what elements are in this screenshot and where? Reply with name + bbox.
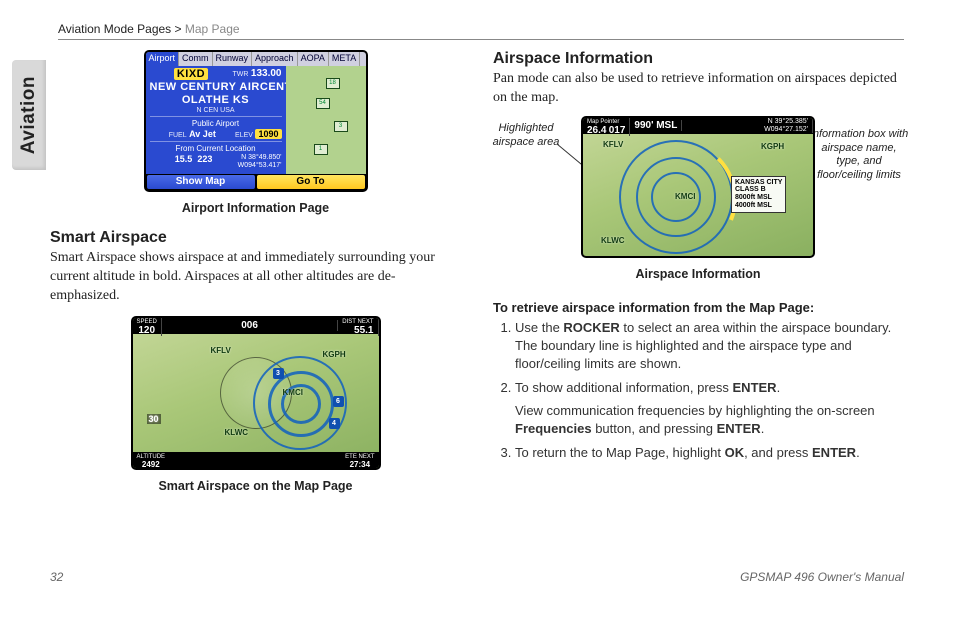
pointer-dist: 26.4 (587, 125, 606, 136)
pointer-lon: W094°27.152' (764, 126, 808, 133)
speed-value: 120 (138, 325, 155, 336)
map-point: KMCI (283, 388, 303, 397)
tab-comm: Comm (179, 52, 213, 66)
lon-value: W094°53.417' (238, 162, 282, 169)
map-waypoint: 3 (334, 121, 348, 132)
airport-name-2: OLATHE KS (150, 94, 282, 106)
breadcrumb: Aviation Mode Pages > Map Page (58, 22, 904, 40)
figure-caption: Airport Information Page (50, 201, 461, 215)
key-rocker: ROCKER (563, 320, 619, 335)
key-enter: ENTER (717, 421, 761, 436)
instructions-list: Use the ROCKER to select an area within … (493, 319, 904, 462)
twr-value: 133.00 (251, 68, 282, 79)
step-2: To show additional information, press EN… (515, 379, 904, 438)
pointer-brg: 017 (609, 125, 626, 136)
highway-icon: 4 (329, 418, 340, 429)
instructions-heading: To retrieve airspace information from th… (493, 300, 904, 315)
highway-icon: 3 (273, 368, 284, 379)
map-scale: 30 (147, 414, 161, 424)
frequencies-button-ref: Frequencies (515, 421, 592, 436)
smart-airspace-heading: Smart Airspace (50, 229, 461, 247)
step-1: Use the ROCKER to select an area within … (515, 319, 904, 374)
map-point: KFLV (603, 140, 623, 149)
pointer-elev: 990' MSL (634, 120, 677, 131)
step-text: Use the (515, 320, 563, 335)
map-waypoint: 18 (326, 78, 340, 89)
goto-button: Go To (257, 175, 365, 189)
figure-caption: Smart Airspace on the Map Page (50, 479, 461, 493)
show-map-button: Show Map (147, 175, 255, 189)
step-text: . (777, 380, 781, 395)
breadcrumb-section: Aviation Mode Pages (58, 22, 171, 36)
step-text: To show additional information, press (515, 380, 733, 395)
callout-info-box: Information box with airspace name, type… (808, 128, 910, 183)
from-label: From Current Location (150, 144, 282, 153)
airspace-floor: 4000ft MSL (735, 202, 782, 210)
smart-airspace-body: Smart Airspace shows airspace at and imm… (50, 249, 461, 306)
airport-name-1: NEW CENTURY AIRCENTER (150, 81, 282, 93)
dist-next-value: 55.1 (354, 325, 373, 336)
step-text: button, and pressing (592, 421, 717, 436)
manual-title: GPSMAP 496 Owner's Manual (740, 570, 904, 584)
callout-highlighted-area: Highlighted airspace area (487, 122, 565, 150)
step-text: . (761, 421, 765, 436)
airport-type: Public Airport (150, 119, 282, 128)
step-text: . (856, 445, 860, 460)
brg-value: 223 (197, 154, 212, 164)
figure-airspace-info: Map Pointer26.4 017 990' MSL N 39°25.385… (581, 116, 815, 258)
twr-label: TWR (232, 71, 248, 78)
step-3: To return the to Map Page, highlight OK,… (515, 444, 904, 462)
airport-region: N CEN USA (150, 107, 282, 114)
highway-icon: 6 (333, 396, 344, 407)
step-text: To return the to Map Page, highlight (515, 445, 725, 460)
map-point: KLWC (225, 428, 249, 437)
map-point: KMCI (675, 192, 695, 201)
map-point: KLWC (601, 236, 625, 245)
key-enter: ENTER (812, 445, 856, 460)
map-point: KGPH (761, 142, 784, 151)
pointer-lat: N 39°25.385' (768, 118, 808, 125)
ete-next-value: 27:34 (350, 460, 370, 468)
map-waypoint: 1 (314, 144, 328, 155)
airspace-info-heading: Airspace Information (493, 50, 904, 68)
tab-runway: Runway (213, 52, 253, 66)
step-text: View communication frequencies by highli… (515, 403, 875, 418)
breadcrumb-page: Map Page (185, 22, 240, 36)
airspace-info-body: Pan mode can also be used to retrieve in… (493, 70, 904, 108)
tab-aopa: AOPA (298, 52, 329, 66)
map-point: KFLV (211, 346, 231, 355)
altitude-value: 2492 (142, 460, 160, 468)
elev-label: ELEV (235, 132, 253, 139)
fuel-value: Av Jet (189, 129, 216, 139)
section-tab-label: Aviation (18, 76, 40, 154)
figure-smart-airspace: SPEED120 006 DIST NEXT55.1 KFLV KGPH KLW… (131, 316, 381, 470)
elev-value: 1090 (255, 129, 281, 139)
page-number: 32 (50, 570, 63, 584)
airspace-info-box: KANSAS CITY CLASS B 8000ft MSL 4000ft MS… (731, 176, 786, 213)
airport-ident: KIXD (174, 68, 208, 80)
ok-button-ref: OK (725, 445, 745, 460)
key-enter: ENTER (733, 380, 777, 395)
dist-value: 15.5 (175, 154, 193, 164)
breadcrumb-sep: > (171, 22, 185, 36)
lat-value: N 38°49.850' (241, 154, 281, 161)
tab-approach: Approach (252, 52, 298, 66)
fuel-label: FUEL (169, 132, 187, 139)
map-waypoint: 54 (316, 98, 330, 109)
tab-airport: Airport (146, 52, 180, 66)
airspace-ceiling: 8000ft MSL (735, 194, 782, 202)
section-tab: Aviation (12, 60, 46, 170)
heading-value: 006 (241, 320, 258, 331)
tab-meta: META (329, 52, 360, 66)
step-text: , and press (744, 445, 812, 460)
map-point: KGPH (323, 350, 346, 359)
airspace-class: CLASS B (735, 186, 782, 194)
figure-airport-info: Airport Comm Runway Approach AOPA META K… (144, 50, 368, 192)
airspace-name: KANSAS CITY (735, 179, 782, 187)
figure-caption: Airspace Information (581, 267, 815, 281)
